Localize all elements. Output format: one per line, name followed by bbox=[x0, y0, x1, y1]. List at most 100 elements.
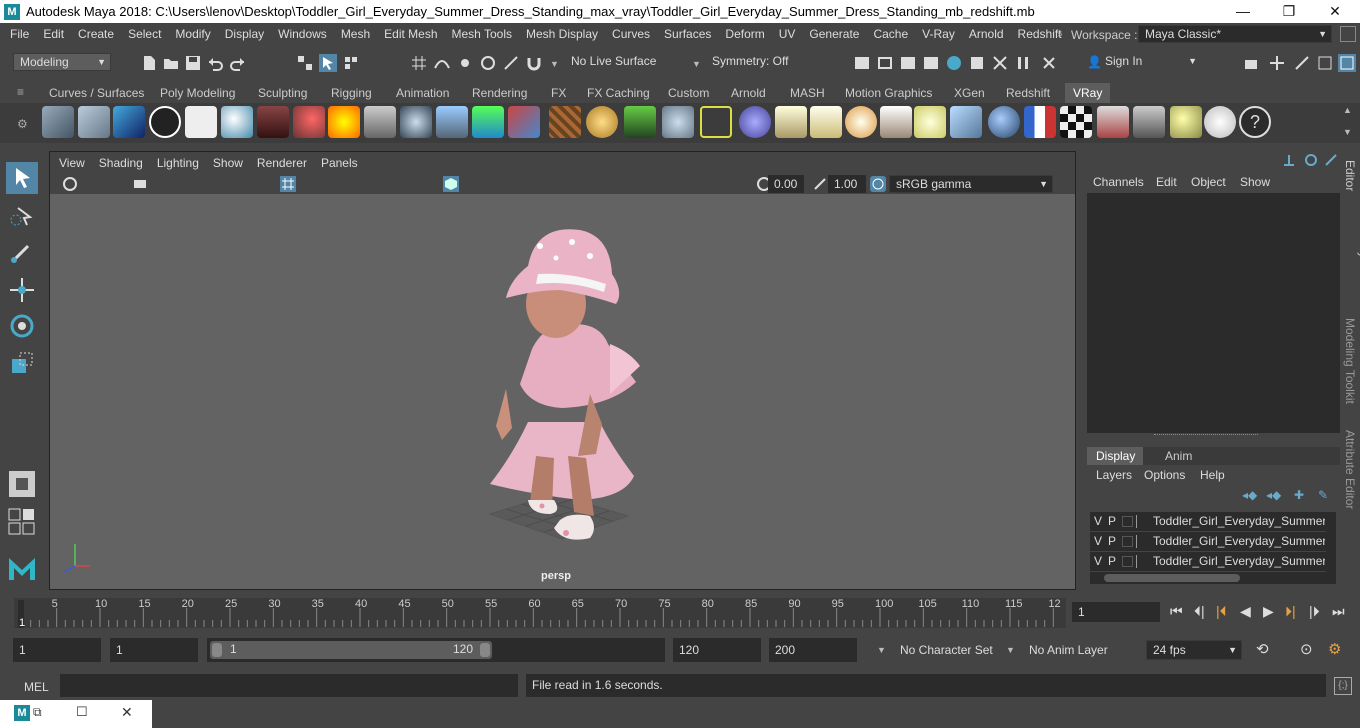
layer-color-swatch[interactable] bbox=[1136, 555, 1152, 568]
rotate-tool-icon[interactable] bbox=[6, 310, 38, 342]
four-view-layout-icon[interactable] bbox=[8, 508, 36, 536]
tab-vray[interactable]: VRay bbox=[1065, 83, 1111, 103]
pause-icon[interactable] bbox=[1014, 54, 1032, 72]
menu-create[interactable]: Create bbox=[71, 27, 121, 41]
layer-color-swatch[interactable] bbox=[1136, 535, 1152, 548]
restore-icon[interactable]: ⧉ bbox=[33, 705, 42, 720]
tab-animation[interactable]: Animation bbox=[388, 83, 457, 103]
step-forward-key-icon[interactable]: ⏵| bbox=[1285, 603, 1296, 620]
layer-visibility-toggle[interactable]: V bbox=[1094, 532, 1102, 551]
side-tab-channel-box[interactable]: Channel Box / Layer Editor bbox=[1343, 160, 1360, 300]
tab-motion-graphics[interactable]: Motion Graphics bbox=[837, 83, 940, 103]
render-settings-icon[interactable] bbox=[922, 54, 940, 72]
vray-spheres-icon[interactable] bbox=[293, 106, 325, 138]
vray-light-plane-icon[interactable] bbox=[364, 106, 396, 138]
viewport-menu-lighting[interactable]: Lighting bbox=[150, 156, 206, 170]
workspace-toggle-icon[interactable] bbox=[1340, 26, 1356, 42]
play-backwards-icon[interactable]: ◀ bbox=[1240, 603, 1251, 620]
layer-visibility-toggle[interactable]: V bbox=[1094, 512, 1102, 531]
snap-view-plane-icon[interactable] bbox=[479, 54, 497, 72]
side-tab-attribute-editor[interactable]: Attribute Editor bbox=[1343, 430, 1357, 520]
tab-custom[interactable]: Custom bbox=[660, 83, 717, 103]
range-slider[interactable]: 1 120 bbox=[207, 638, 665, 662]
vray-sphere-icon[interactable] bbox=[988, 106, 1020, 138]
loop-icon[interactable]: ⟲ bbox=[1256, 640, 1269, 658]
viewport-scene[interactable]: persp bbox=[50, 194, 1075, 589]
menu-select[interactable]: Select bbox=[121, 27, 168, 41]
menu-mesh-tools[interactable]: Mesh Tools bbox=[445, 27, 519, 41]
fps-dropdown[interactable]: 24 fps ▼ bbox=[1146, 640, 1242, 660]
menu-cache[interactable]: Cache bbox=[866, 27, 915, 41]
scale-tool-icon[interactable] bbox=[6, 347, 38, 379]
vray-render-icon[interactable] bbox=[991, 54, 1009, 72]
vray-dome-light-icon[interactable] bbox=[472, 106, 504, 138]
menu-windows[interactable]: Windows bbox=[271, 27, 334, 41]
help-icon[interactable]: ? bbox=[1239, 106, 1271, 138]
snap-live-icon[interactable] bbox=[502, 54, 520, 72]
close-button[interactable]: ✕ bbox=[1312, 0, 1358, 23]
menu-edit[interactable]: Edit bbox=[36, 27, 71, 41]
channel-box-area[interactable] bbox=[1087, 193, 1340, 433]
menu-arnold[interactable]: Arnold bbox=[962, 27, 1011, 41]
anim-layer-dropdown[interactable]: No Anim Layer bbox=[1029, 643, 1108, 657]
vray-render-elements-icon[interactable] bbox=[1097, 106, 1129, 138]
layer-row[interactable]: V P Toddler_Girl_Everyday_Summer_D bbox=[1090, 532, 1326, 551]
maximize-icon[interactable]: ☐ bbox=[76, 704, 88, 720]
color-management-icon[interactable] bbox=[870, 176, 886, 192]
channels-object-menu[interactable]: Object bbox=[1191, 175, 1226, 189]
viewport-menu-panels[interactable]: Panels bbox=[314, 156, 365, 170]
vray-material-icon[interactable] bbox=[221, 106, 253, 138]
layer-row[interactable]: V P Toddler_Girl_Everyday_Summer_D bbox=[1090, 552, 1326, 571]
modeling-toolkit-icon[interactable] bbox=[1242, 54, 1260, 72]
render-frame-icon[interactable] bbox=[876, 54, 894, 72]
tab-mash[interactable]: MASH bbox=[782, 83, 833, 103]
character-set-dropdown[interactable]: No Character Set bbox=[900, 643, 993, 657]
layer-color-swatch[interactable] bbox=[1136, 515, 1152, 528]
layer-hscrollbar[interactable] bbox=[1090, 572, 1326, 584]
animation-start-field[interactable]: 1 bbox=[13, 638, 101, 662]
vray-omni-light-icon[interactable] bbox=[845, 106, 877, 138]
vray-instancer-icon[interactable] bbox=[662, 106, 694, 138]
vray-camera-icon[interactable] bbox=[257, 106, 289, 138]
close-icon[interactable]: ✕ bbox=[121, 704, 133, 721]
playback-end-field[interactable]: 120 bbox=[673, 638, 761, 662]
tab-redshift[interactable]: Redshift bbox=[998, 83, 1058, 103]
live-surface-field[interactable]: No Live Surface bbox=[565, 53, 683, 71]
select-component-icon[interactable] bbox=[342, 54, 360, 72]
channel-box-icon[interactable] bbox=[1338, 54, 1356, 72]
paint-select-tool-icon[interactable] bbox=[6, 236, 38, 268]
minimized-window[interactable]: M ⧉ ☐ ✕ bbox=[0, 700, 152, 728]
ipr-stop-icon[interactable] bbox=[1040, 54, 1058, 72]
vray-spot-light-icon[interactable] bbox=[810, 106, 842, 138]
chevron-down-icon[interactable]: ▼ bbox=[1006, 645, 1015, 655]
sign-in-button[interactable]: 👤 Sign In ▼ bbox=[1083, 53, 1201, 71]
new-scene-icon[interactable] bbox=[140, 54, 158, 72]
vray-rect-light-icon[interactable] bbox=[880, 106, 912, 138]
play-forwards-icon[interactable]: ▶ bbox=[1263, 603, 1274, 620]
shelf-scroll-up-icon[interactable]: ▲ bbox=[1343, 105, 1352, 115]
scrollbar-thumb[interactable] bbox=[1104, 574, 1240, 582]
menu-mesh[interactable]: Mesh bbox=[334, 27, 377, 41]
menu-uv[interactable]: UV bbox=[772, 27, 803, 41]
time-slider[interactable]: 1 5 10 15 20 25 30 35 40 45 50 55 60 65 70 75 80 85 90 95 10… bbox=[0, 596, 1360, 632]
attribute-editor-icon[interactable] bbox=[1268, 54, 1286, 72]
vray-checker-icon[interactable] bbox=[1060, 106, 1092, 138]
layer-playback-toggle[interactable]: P bbox=[1108, 512, 1116, 531]
ipr-render-icon[interactable] bbox=[899, 54, 917, 72]
layer-playback-toggle[interactable]: P bbox=[1108, 552, 1116, 571]
select-tool-icon[interactable] bbox=[6, 162, 38, 194]
gear-icon[interactable]: ⚙ bbox=[17, 117, 28, 131]
menu-curves[interactable]: Curves bbox=[605, 27, 657, 41]
layer-options-menu[interactable]: Options bbox=[1144, 468, 1185, 482]
layer-vscrollbar[interactable] bbox=[1326, 512, 1336, 584]
viewport-menu-shading[interactable]: Shading bbox=[92, 156, 150, 170]
side-tab-modeling-toolkit[interactable]: Modeling Toolkit bbox=[1343, 318, 1357, 408]
animation-end-field[interactable]: 200 bbox=[769, 638, 857, 662]
magnet-icon[interactable] bbox=[525, 54, 543, 72]
step-forward-frame-icon[interactable]: |⏵ bbox=[1309, 603, 1320, 620]
menu-mesh-display[interactable]: Mesh Display bbox=[519, 27, 605, 41]
move-tool-icon[interactable] bbox=[6, 274, 38, 306]
maximize-button[interactable]: ❐ bbox=[1266, 0, 1312, 23]
open-scene-icon[interactable] bbox=[162, 54, 180, 72]
tab-xgen[interactable]: XGen bbox=[946, 83, 993, 103]
